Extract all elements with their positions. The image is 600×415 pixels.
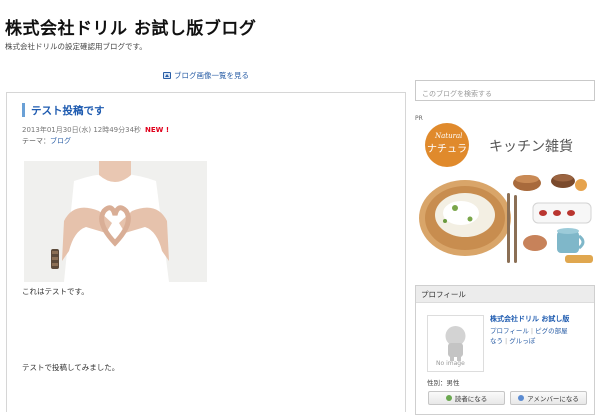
pr-label: PR	[415, 115, 423, 122]
ad-headline2-text: キッチン雑貨	[489, 138, 573, 155]
group-link[interactable]: グルっぽ	[509, 337, 535, 345]
new-badge: NEW !	[145, 126, 170, 134]
ad-banner[interactable]: Natural ナチュラル キッチン雑貨 kraso	[415, 123, 595, 273]
become-reader-label: 読者になる	[454, 395, 488, 403]
profile-link[interactable]: プロフィール	[490, 327, 529, 335]
entry-theme-label: テーマ：	[22, 137, 50, 145]
entry-theme: テーマ：ブログ	[22, 136, 71, 146]
kitchen-goods-ad: Natural ナチュラル キッチン雑貨 kraso	[415, 123, 595, 273]
profile-links: プロフィール | ピグの部屋 なう | グルっぽ	[490, 327, 568, 345]
entry-paragraph: これはテストです。	[22, 287, 89, 296]
entry-title[interactable]: テスト投稿です	[31, 103, 105, 118]
photo-icon	[163, 72, 171, 79]
pigg-room-link[interactable]: ピグの部屋	[535, 327, 568, 335]
member-icon	[518, 395, 525, 401]
entry-date: 2013年01月30日(水) 12時49分34秒 NEW !	[22, 125, 169, 135]
blog-search-box	[415, 80, 595, 104]
image-list-link[interactable]: ブログ画像一覧を見る	[163, 70, 249, 81]
profile-heading: プロフィール	[421, 290, 466, 299]
image-list-link-label: ブログ画像一覧を見る	[174, 71, 249, 80]
become-member-label: アメンバーになる	[527, 395, 579, 403]
no-image-label: No image	[436, 360, 465, 367]
entry-date-text: 2013年01月30日(水) 12時49分34秒	[22, 126, 142, 134]
become-reader-button[interactable]: 読者になる	[428, 391, 505, 405]
become-member-button[interactable]: アメンバーになる	[510, 391, 587, 405]
ad-natural-text: Natural	[434, 132, 462, 140]
entry-paragraph: テストで投稿してみました。	[22, 363, 120, 372]
blog-title[interactable]: 株式会社ドリル お試し版ブログ	[5, 14, 256, 39]
reader-icon	[445, 395, 452, 401]
entry-theme-link[interactable]: ブログ	[50, 137, 71, 145]
heart-hands-photo	[24, 161, 207, 282]
now-link[interactable]: なう	[490, 337, 503, 345]
profile-name-link[interactable]: 株式会社ドリル お試し版	[490, 314, 569, 324]
entry-photo[interactable]	[24, 161, 207, 282]
blog-search-input[interactable]	[416, 84, 594, 104]
ad-brand-text: kraso	[425, 261, 444, 269]
blog-description: 株式会社ドリルの設定確認用ブログです。	[5, 42, 147, 51]
ad-headline-text: ナチュラル	[427, 143, 477, 155]
profile-gender: 性別：男性	[427, 379, 460, 387]
entry-title-accent	[22, 103, 25, 117]
